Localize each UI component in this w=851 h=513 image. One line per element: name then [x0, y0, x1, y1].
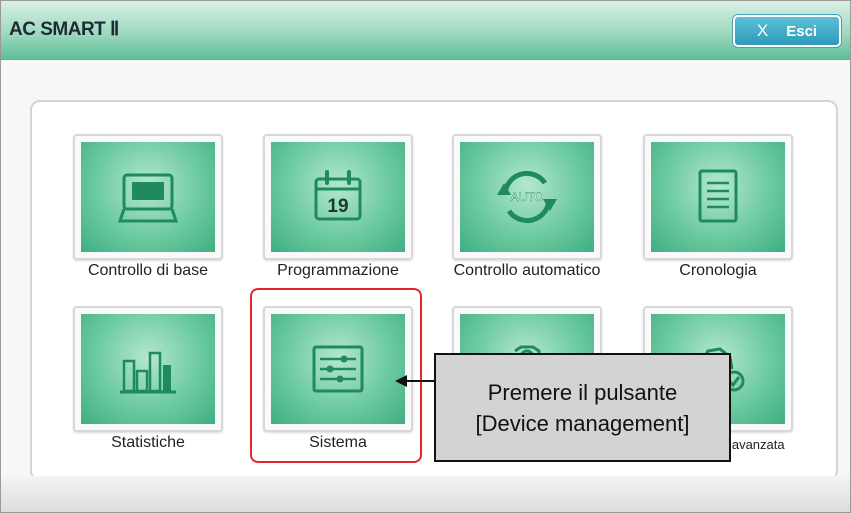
tile-controllo-di-base[interactable]: [73, 134, 223, 260]
bar-chart-icon: [120, 351, 176, 394]
app-window: AC SMART Ⅱ X Esci 19 AUTO Controllo di b…: [0, 0, 851, 513]
arrow-left-icon: [395, 375, 436, 387]
auto-icon-text: AUTO: [510, 190, 543, 204]
instruction-callout: Premere il pulsante [Device management]: [434, 353, 731, 462]
document-icon: [698, 169, 738, 223]
calendar-day-text: 19: [327, 196, 348, 217]
display-icon: [117, 173, 179, 223]
title-bar: AC SMART Ⅱ X Esci: [1, 1, 850, 60]
callout-line-2: [Device management]: [475, 410, 690, 436]
tile-label: e avanzata: [721, 437, 785, 452]
tile-statistiche[interactable]: [73, 306, 223, 432]
exit-button-label: Esci: [786, 22, 818, 40]
tile-label: Cronologia: [679, 262, 757, 279]
calendar-icon: 19: [314, 170, 362, 221]
close-icon: X: [756, 21, 769, 40]
auto-cycle-icon: AUTO: [497, 171, 557, 223]
tile-label: Controllo di base: [87, 262, 209, 279]
exit-button[interactable]: X Esci: [733, 15, 841, 47]
tile-cronologia[interactable]: [643, 134, 793, 260]
tile-label: Programmazione: [277, 262, 399, 279]
app-title: AC SMART Ⅱ: [9, 19, 119, 40]
tile-programmazione[interactable]: 19: [263, 134, 413, 260]
tile-label: Statistiche: [111, 434, 185, 451]
tile-controllo-automatico[interactable]: AUTO: [452, 134, 602, 260]
tile-label: Controllo automatico: [453, 262, 601, 279]
callout-line-1: Premere il pulsante: [487, 379, 678, 405]
footer-bar: [1, 476, 850, 512]
